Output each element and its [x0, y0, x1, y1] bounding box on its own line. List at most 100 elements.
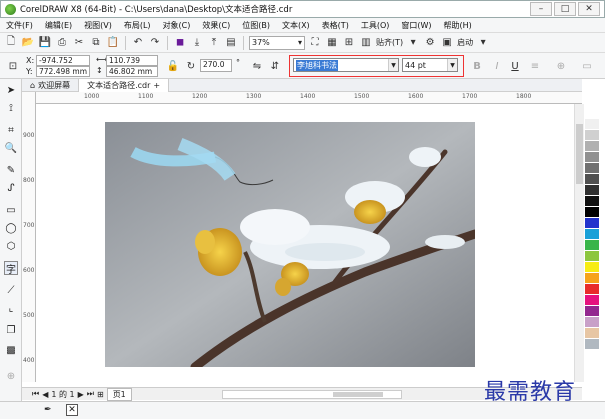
color-swatch[interactable]: [585, 108, 599, 119]
application-launcher-icon[interactable]: ▣: [440, 36, 454, 50]
print-icon[interactable]: ⎙: [55, 36, 69, 50]
color-swatch[interactable]: [585, 185, 599, 196]
color-swatch[interactable]: [585, 273, 599, 284]
menu-bitmaps[interactable]: 位图(B): [236, 20, 276, 31]
height-field[interactable]: 46.802 mm: [106, 66, 158, 77]
page-tab[interactable]: 页1: [106, 387, 132, 401]
publish-pdf-icon[interactable]: ▤: [224, 36, 238, 50]
color-swatch[interactable]: [585, 229, 599, 240]
menu-help[interactable]: 帮助(H): [438, 20, 478, 31]
show-guidelines-icon[interactable]: ▥: [359, 36, 373, 50]
color-swatch[interactable]: [585, 141, 599, 152]
last-page-icon[interactable]: ⏭: [87, 389, 94, 399]
menu-effects[interactable]: 效果(C): [196, 20, 236, 31]
lock-ratio-icon[interactable]: 🔓: [166, 59, 180, 73]
eyedropper-icon[interactable]: ✒: [44, 405, 52, 415]
color-swatch[interactable]: [585, 196, 599, 207]
align-icon[interactable]: ≡: [528, 59, 542, 73]
zoom-tool-icon[interactable]: 🔍: [4, 141, 18, 155]
width-field[interactable]: 110.739 mm: [106, 55, 158, 74]
pick-tool-icon[interactable]: ➤: [4, 83, 18, 97]
menu-view[interactable]: 视图(V): [78, 20, 118, 31]
cut-icon[interactable]: ✂: [72, 36, 86, 50]
freehand-tool-icon[interactable]: ✎: [4, 163, 18, 177]
previous-page-icon[interactable]: ◀: [42, 390, 48, 399]
color-swatch[interactable]: [585, 317, 599, 328]
zoom-level-select[interactable]: 37% ▾: [249, 35, 305, 50]
polygon-tool-icon[interactable]: ⬡: [4, 239, 18, 253]
menu-edit[interactable]: 编辑(E): [39, 20, 78, 31]
y-position-field[interactable]: 772.498 mm: [36, 66, 90, 77]
tab-welcome[interactable]: ⌂ 欢迎屏幕: [22, 79, 78, 92]
vertical-ruler[interactable]: 900 800 700 600 500 400: [22, 92, 36, 382]
snap-to-dropdown[interactable]: 贴齐(T): [376, 37, 403, 48]
x-position-field[interactable]: -974.752 mm: [36, 55, 90, 74]
vertical-scrollbar[interactable]: [574, 104, 584, 382]
import-icon[interactable]: ⤓: [190, 36, 204, 50]
artistic-media-icon[interactable]: ᔑ: [4, 181, 18, 195]
scrollbar-thumb[interactable]: [576, 124, 583, 184]
italic-icon[interactable]: I: [490, 59, 504, 73]
transparency-tool-icon[interactable]: ▩: [4, 343, 18, 357]
color-swatch[interactable]: [585, 218, 599, 229]
no-fill-icon[interactable]: ✕: [66, 404, 78, 416]
color-swatch[interactable]: [585, 240, 599, 251]
full-screen-icon[interactable]: ⛶: [308, 36, 322, 50]
paste-icon[interactable]: 📋: [106, 36, 120, 50]
save-icon[interactable]: 💾: [38, 36, 52, 50]
drop-shadow-icon[interactable]: ❐: [4, 323, 18, 337]
menu-table[interactable]: 表格(T): [316, 20, 355, 31]
color-swatch[interactable]: [585, 207, 599, 218]
tab-document[interactable]: 文本适合路径.cdr +: [78, 78, 170, 92]
color-swatch[interactable]: [585, 339, 599, 350]
copy-icon[interactable]: ⧉: [89, 36, 103, 50]
menu-object[interactable]: 对象(C): [157, 20, 197, 31]
open-folder-icon[interactable]: 📂: [21, 36, 35, 50]
color-swatch[interactable]: [585, 295, 599, 306]
menu-layout[interactable]: 布局(L): [118, 20, 157, 31]
parallel-dimension-icon[interactable]: ⟋: [4, 283, 18, 297]
color-swatch[interactable]: [585, 284, 599, 295]
add-tool-icon[interactable]: ⊕: [4, 369, 18, 383]
drawing-canvas[interactable]: [36, 104, 574, 382]
menu-text[interactable]: 文本(X): [276, 20, 316, 31]
rotation-field[interactable]: 270.0: [200, 59, 232, 72]
rectangle-tool-icon[interactable]: ▭: [4, 203, 18, 217]
show-grid-icon[interactable]: ⊞: [342, 36, 356, 50]
color-swatch[interactable]: [585, 251, 599, 262]
redo-icon[interactable]: ↷: [148, 36, 162, 50]
maximize-button[interactable]: □: [554, 2, 576, 16]
add-page-icon[interactable]: ⊞: [97, 390, 104, 399]
minimize-button[interactable]: –: [530, 2, 552, 16]
color-swatch[interactable]: [585, 163, 599, 174]
horizontal-ruler[interactable]: 1000 1100 1200 1300 1400 1500 1600 1700 …: [36, 92, 582, 104]
text-tool-icon[interactable]: 字: [4, 261, 18, 276]
chevron-down-icon[interactable]: ▼: [388, 59, 398, 71]
font-list-select[interactable]: 李旭科书法 ▼: [293, 58, 399, 72]
export-icon[interactable]: ⤒: [207, 36, 221, 50]
search-content-icon[interactable]: ◼: [173, 36, 187, 50]
underline-icon[interactable]: U: [508, 59, 522, 73]
menu-window[interactable]: 窗口(W): [395, 20, 437, 31]
color-swatch[interactable]: [585, 262, 599, 273]
font-size-select[interactable]: 44 pt ▼: [402, 58, 458, 72]
undo-icon[interactable]: ↶: [131, 36, 145, 50]
options-gear-icon[interactable]: ⚙: [423, 36, 437, 50]
chevron-down-icon[interactable]: ▼: [447, 59, 457, 71]
color-swatch[interactable]: [585, 306, 599, 317]
connector-tool-icon[interactable]: ⌞: [4, 301, 18, 315]
add-tab-icon[interactable]: +: [153, 81, 160, 90]
bold-icon[interactable]: B: [470, 59, 484, 73]
wintersweet-snow-photo[interactable]: [105, 122, 475, 367]
shape-tool-icon[interactable]: ⟟: [4, 101, 18, 115]
menu-tools[interactable]: 工具(O): [355, 20, 396, 31]
menu-file[interactable]: 文件(F): [0, 20, 39, 31]
show-rulers-icon[interactable]: ▦: [325, 36, 339, 50]
color-swatch[interactable]: [585, 152, 599, 163]
color-swatch[interactable]: [585, 328, 599, 339]
horizontal-scrollbar[interactable]: [222, 390, 402, 399]
close-button[interactable]: ✕: [578, 2, 600, 16]
ellipse-tool-icon[interactable]: ◯: [4, 221, 18, 235]
next-page-icon[interactable]: ▶: [78, 390, 84, 399]
color-swatch[interactable]: [585, 350, 599, 361]
